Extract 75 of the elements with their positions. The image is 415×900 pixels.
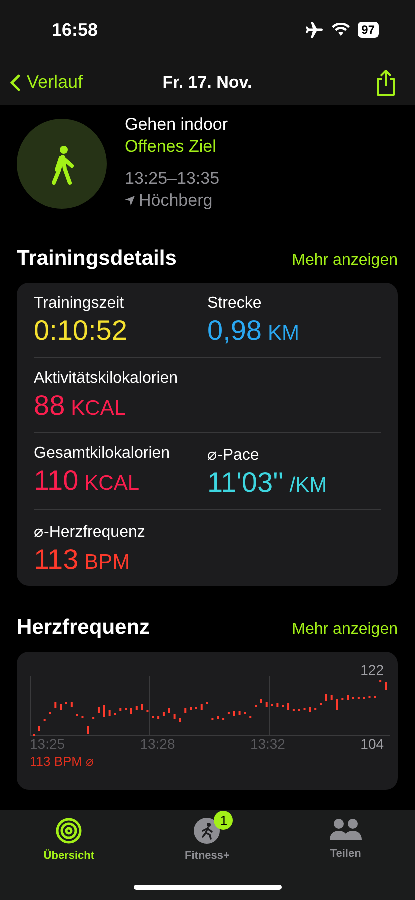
heart-rate-bar [98,707,100,713]
heart-rate-bar [266,702,268,707]
workout-name: Gehen indoor [125,115,228,135]
heart-rate-bar [260,699,262,703]
metric-label: ⌀-Herzfrequenz [34,523,146,542]
heart-rate-bar [54,702,57,708]
heart-rate-bar [325,694,328,701]
heart-rate-bar [168,708,170,713]
metric-value: 0,98 KM [208,315,300,347]
heart-rate-bar [162,712,165,716]
notification-badge: 1 [214,811,234,830]
status-time: 16:58 [52,20,98,40]
chevron-left-icon [10,74,21,92]
people-icon [330,818,362,842]
heart-rate-bar [141,704,144,710]
location-arrow-icon [125,196,135,206]
running-figure-icon [194,818,220,844]
heart-rate-bar [347,695,350,700]
max-value: 122 [360,662,384,678]
heart-rate-bar [200,704,203,710]
heart-rate-bar [70,702,73,707]
heart-rate-bar [38,726,40,731]
section-title: Trainingsdetails [17,247,177,271]
wifi-icon [332,23,350,37]
metric-value: 11'03'' /KM [208,467,328,499]
metric-label: Strecke [208,295,263,313]
tab[interactable]: 1 Fitness+ [157,810,258,870]
section-title: Herzfrequenz [17,616,150,640]
metric-value: 113 BPM [34,544,132,576]
workout-time: 13:25–13:35 [125,169,221,189]
heart-rate-bar [184,708,187,713]
heart-rate-bar [136,706,138,710]
battery-indicator: 97 [358,22,379,38]
walking-figure-icon [17,119,107,209]
back-button[interactable]: Verlauf [10,72,84,93]
heart-rate-bar [233,711,236,716]
heart-rate-bar [190,707,192,710]
metric-label: Gesamtkilokalorien [34,445,172,463]
workout-goal: Offenes Ziel [125,137,218,157]
workout-location: Höchberg [139,191,213,211]
average-heart-rate: 113 BPM ⌀ [30,754,96,769]
heart-rate-bar [60,704,62,710]
metric-label: Aktivitätskilokalorien [34,370,180,388]
airplane-icon [306,22,324,38]
heart-rate-bar [87,726,90,734]
metric-value: 0:10:52 [34,315,128,347]
heart-rate-bar [330,695,333,700]
rings-icon [56,818,82,844]
share-icon[interactable] [375,68,397,96]
time-label: 13:25 [30,736,66,752]
tab[interactable]: Teilen [296,810,396,870]
show-more-link[interactable]: Mehr anzeigen [292,621,398,639]
tab[interactable]: Übersicht [19,810,120,870]
metric-value: 110 KCAL [34,465,140,497]
heart-rate-bar [158,716,160,719]
heart-rate-bar [288,703,290,710]
heart-rate-bar [238,711,241,715]
metric-label: ⌀-Pace [208,446,260,465]
min-value: 104 [360,736,384,752]
heart-rate-bar [276,703,279,707]
heart-rate-bar [103,705,106,717]
heart-rate-bar [179,718,182,722]
heart-rate-bar [130,708,132,714]
heart-rate-bar [309,707,312,712]
metric-value: 88 KCAL [34,390,128,422]
show-more-link[interactable]: Mehr anzeigen [292,252,398,270]
heart-rate-bar [108,710,111,716]
heart-rate-bar [336,699,338,710]
heart-rate-bar [174,714,176,719]
heart-rate-bar [217,716,220,719]
time-label: 13:32 [250,736,286,752]
time-label: 13:28 [140,736,176,752]
nav-title: Fr. 17. Nov. [162,72,252,92]
metric-label: Trainingszeit [34,295,126,313]
heart-rate-bar [120,708,122,711]
